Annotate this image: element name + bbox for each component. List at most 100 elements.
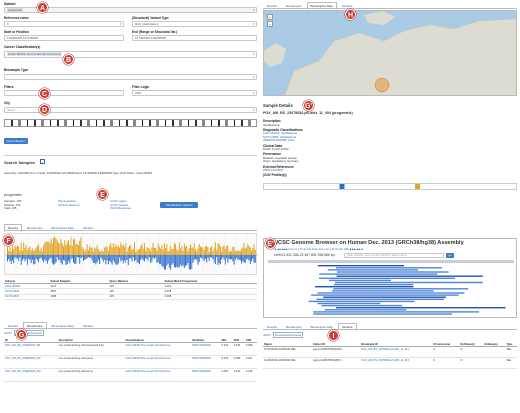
- variant-biosample[interactable]: PGX_AM_BS_23079654-pfi-dkfz_11_016: [360, 357, 433, 370]
- gain-bar: [25, 245, 27, 255]
- ucsc-variant-bar[interactable]: [323, 296, 447, 298]
- variant-chromosome: 9: [432, 346, 460, 359]
- biosamples-table: ID Description Classifications Identifie…: [4, 338, 257, 383]
- ucsc-variant-bar[interactable]: [336, 307, 506, 309]
- ucsc-variant-bar[interactable]: [313, 311, 480, 313]
- biosample-identifier[interactable]: PMID:30946629: [191, 342, 221, 357]
- gain-bar: [36, 245, 38, 255]
- ucsc-search-input[interactable]: gene, position, gene symbol, HGVS or sea…: [344, 253, 444, 258]
- biosample-identifier[interactable]: PMID:30946629: [191, 355, 221, 370]
- diagnosis-item[interactable]: UBERON:0000955: brain: [263, 139, 513, 143]
- external-ref-link[interactable]: PMID:23079654: [263, 169, 513, 173]
- ucsc-variant-bar[interactable]: [311, 294, 459, 296]
- biosample-classification[interactable]: icdom-80463 Non-small cell carcinoma: [124, 355, 192, 370]
- tab-biosamples[interactable]: Biosamples: [23, 322, 47, 330]
- subset-id[interactable]: NCIT:C3510: [4, 294, 50, 300]
- variant-type-select[interactable]: DUP (duplication) ▾: [132, 21, 257, 27]
- zoom-in-button[interactable]: +: [267, 14, 273, 20]
- query-type: Type: DUP: [112, 171, 127, 175]
- reference-name-select[interactable]: 9 ▾: [4, 21, 124, 27]
- end-input[interactable]: 127400000-130000000: [132, 35, 257, 41]
- query-beacon-button[interactable]: Query Beacon: [4, 138, 28, 144]
- loss-bar: [49, 255, 51, 259]
- gain-bar: [186, 245, 188, 255]
- biosamples-map[interactable]: + −: [263, 10, 517, 96]
- biosample-identifier[interactable]: PMID:30946629: [191, 368, 221, 383]
- tab-biosamples-map[interactable]: Biosamples Map: [306, 2, 337, 10]
- tab-results[interactable]: Results: [263, 2, 281, 10]
- tab-results[interactable]: Results: [263, 323, 281, 331]
- biosample-id[interactable]: PGX_AM_BS_GSE95403_002: [4, 355, 58, 370]
- json-response-link[interactable]: JSON Response: [110, 207, 131, 211]
- start-input[interactable]: 124000000-127100000: [4, 35, 124, 41]
- gain-bar: [11, 246, 13, 255]
- ucsc-variant-bar[interactable]: [313, 313, 452, 315]
- table-row: PGX_AM_BS_GSE95403_001 non-small cell lu…: [4, 342, 257, 357]
- visualization-options-button[interactable]: Visualization options: [160, 202, 198, 208]
- variant-alt: [483, 357, 506, 370]
- biosample-id[interactable]: PGX_AM_BS_GSE95403_001: [4, 342, 58, 357]
- info-icon[interactable]: i: [40, 159, 45, 164]
- loss-bar: [153, 255, 155, 259]
- tab-variants[interactable]: Variants: [79, 322, 98, 330]
- filters-input[interactable]: [4, 90, 124, 96]
- tab-biosamples-map[interactable]: Biosamples Map: [48, 322, 78, 330]
- gain-bar: [207, 247, 209, 255]
- ucsc-variant-bar[interactable]: [324, 309, 407, 311]
- ucsc-variant-bar[interactable]: [317, 265, 404, 267]
- tab-results[interactable]: Results: [4, 224, 23, 232]
- ucsc-variant-bar[interactable]: [317, 292, 465, 294]
- ucsc-variant-bar[interactable]: [308, 300, 415, 303]
- cancer-classification-select[interactable]: icdom-80463: Non-small cell carcinoma ▾: [4, 51, 257, 58]
- ucsc-variant-bar[interactable]: [327, 269, 419, 271]
- ucsc-variant-bar[interactable]: [333, 288, 469, 290]
- loss-bar: [33, 255, 35, 265]
- biosample-classification[interactable]: icdom-80463 Non-small cell carcinoma: [124, 342, 192, 357]
- ucsc-variant-bar[interactable]: [333, 283, 414, 286]
- tab-biosamples[interactable]: Biosamples: [23, 224, 47, 232]
- ucsc-nav-arrows[interactable]: ◀ ◀◀ ◀◀◀ zoom in 1.5x 3x 10x base zoom o…: [274, 248, 363, 251]
- ucsc-variant-bar[interactable]: [336, 267, 443, 269]
- ucsc-variant-bar[interactable]: [315, 286, 414, 288]
- json-link[interactable]: JSON: [4, 331, 11, 335]
- ucsc-variant-bar[interactable]: [332, 290, 434, 292]
- chevron-down-icon: ▾: [252, 75, 255, 79]
- ucsc-variant-bar[interactable]: [317, 302, 381, 305]
- loss-bar: [206, 255, 208, 263]
- ucsc-variant-bar[interactable]: [336, 271, 449, 273]
- tab-variants[interactable]: Variants: [79, 224, 98, 232]
- variant-callset: pgxcs-KHBST5FNQB1T-...: [312, 357, 361, 370]
- ucsc-variant-bar[interactable]: [318, 277, 455, 279]
- biosample-classification[interactable]: icdom-80463 Non-small cell carcinoma: [124, 368, 192, 383]
- gain-bar: [126, 251, 128, 255]
- tab-biosamples[interactable]: Biosamples: [282, 323, 306, 331]
- ucsc-variant-bar[interactable]: [328, 279, 392, 282]
- variants-beacon-link[interactable]: Variants (beacon): [58, 203, 80, 208]
- loss-bar: [131, 255, 133, 262]
- zoom-out-button[interactable]: −: [267, 21, 273, 27]
- ucsc-variant-bar[interactable]: [316, 298, 445, 300]
- tab-variants[interactable]: Variants: [337, 323, 357, 331]
- biosample-id[interactable]: PGX_AM_BS_GSE95403_003: [4, 368, 58, 383]
- ucsc-variant-bar[interactable]: [321, 304, 403, 307]
- gain-bar: [219, 246, 221, 255]
- tab-biosamples[interactable]: Biosamples: [282, 2, 306, 10]
- loss-bar: [19, 255, 21, 258]
- variant-biosample[interactable]: PGX_AM_BS_23079654-pfi-dkfz_11_011: [360, 346, 433, 359]
- table-row: 9:21700000-22200000:DEL pgxcs-KHBST5FNQA…: [263, 346, 517, 359]
- chromosome-ideogram[interactable]: [4, 119, 257, 127]
- ucsc-variant-bar[interactable]: [334, 281, 483, 284]
- gain-bar: [254, 249, 256, 255]
- biosample-type-select[interactable]: ▾: [4, 74, 257, 80]
- ucsc-go-button[interactable]: go: [446, 253, 454, 258]
- ucsc-tracks[interactable]: [268, 260, 514, 316]
- json-link[interactable]: JSON: [263, 333, 270, 337]
- filter-logic-select[interactable]: AND ▾: [132, 90, 257, 96]
- gain-bar: [236, 251, 238, 255]
- ucsc-variant-bar[interactable]: [336, 275, 483, 277]
- download-response-link[interactable]: Download Response: [273, 332, 304, 338]
- ucsc-variant-bar[interactable]: [319, 273, 438, 275]
- loss-bar: [41, 255, 43, 261]
- badge-g: G: [16, 329, 27, 340]
- tab-biosamples-map[interactable]: Biosamples Map: [48, 224, 78, 232]
